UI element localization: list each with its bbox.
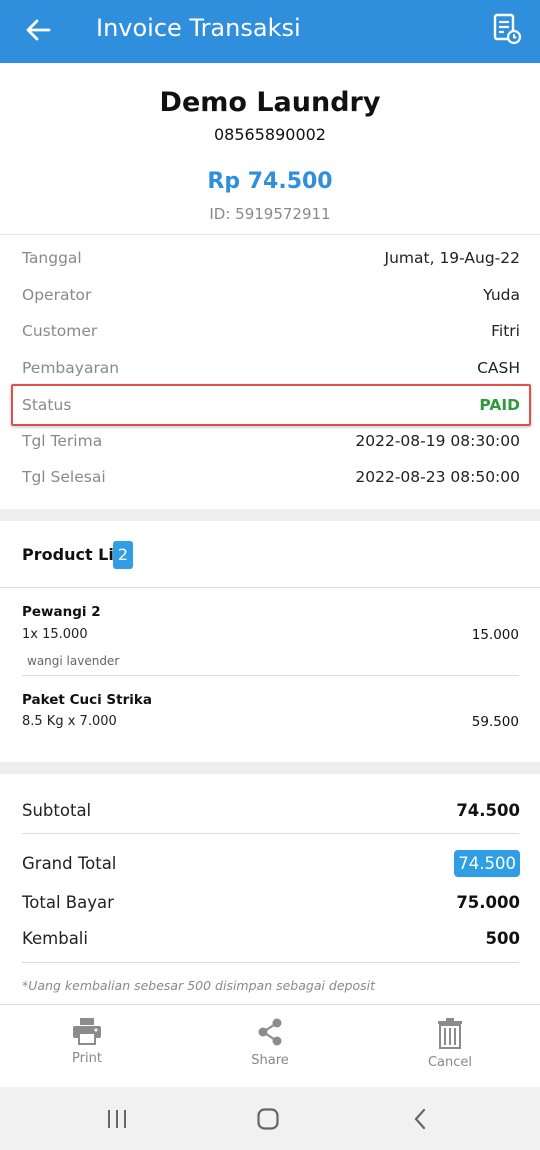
summary-label: Total Bayar [22,892,114,912]
detail-value: 2022-08-19 08:30:00 [355,432,520,450]
detail-row-tgl-selesai: Tgl Selesai 2022-08-23 08:50:00 [22,462,520,492]
chevron-left-icon [414,1108,426,1130]
recent-apps-button[interactable] [102,1105,132,1133]
summary-subtotal: Subtotal 74.500 [22,796,520,824]
action-bar: Print Share Cancel [0,1004,540,1087]
detail-row-pembayaran: Pembayaran CASH [22,353,520,383]
trash-icon [438,1018,462,1049]
product-total: 15.000 [471,627,519,643]
system-nav-bar [0,1087,540,1150]
detail-label: Operator [22,286,92,304]
receipt-clock-icon [493,13,522,45]
print-button[interactable]: Print [47,1017,127,1066]
divider [22,962,519,963]
detail-label: Tgl Terima [22,432,103,450]
status-highlight-box [11,384,531,426]
detail-row-customer: Customer Fitri [22,316,520,346]
recent-apps-icon [108,1110,126,1128]
action-label: Print [72,1051,102,1066]
summary-value: 500 [485,928,520,948]
product-name: Pewangi 2 [22,604,101,620]
product-qty: 1x 15.000 [22,627,88,642]
summary-grand-total: Grand Total 74.500 [22,847,520,879]
invoice-amount: Rp 74.500 [207,169,333,194]
nav-back-button[interactable] [405,1105,435,1133]
home-button[interactable] [253,1105,283,1133]
divider [22,675,519,676]
summary-label: Grand Total [22,853,117,873]
product-count-badge: 2 [113,541,133,569]
detail-value: Jumat, 19-Aug-22 [384,249,520,267]
detail-label: Customer [22,322,98,340]
summary-value: 74.500 [456,800,520,820]
detail-label: Tanggal [22,249,82,267]
home-icon [257,1108,279,1130]
cancel-button[interactable]: Cancel [410,1017,490,1070]
summary-total-bayar: Total Bayar 75.000 [22,888,520,916]
history-button[interactable] [490,12,524,46]
action-label: Cancel [427,1055,473,1070]
divider [0,587,540,588]
arrow-left-icon [26,19,51,41]
detail-value: CASH [477,359,520,377]
share-button[interactable]: Share [230,1017,310,1068]
detail-label: Tgl Selesai [22,468,106,486]
product-qty: 8.5 Kg x 7.000 [22,714,117,729]
deposit-note: *Uang kembalian sebesar 500 disimpan seb… [22,978,376,993]
summary-value: 75.000 [456,892,520,912]
detail-value: 2022-08-23 08:50:00 [355,468,520,486]
summary-label: Kembali [22,928,88,948]
action-label: Share [251,1053,289,1068]
product-name: Paket Cuci Strika [22,692,152,708]
summary-label: Subtotal [22,800,92,820]
store-phone: 08565890002 [214,125,326,144]
share-icon [258,1018,282,1046]
section-separator [0,762,540,774]
detail-value: Fitri [491,322,520,340]
app-bar: Invoice Transaksi [0,0,540,63]
grand-total-badge: 74.500 [454,849,520,877]
store-name: Demo Laundry [159,87,381,118]
detail-row-operator: Operator Yuda [22,280,520,310]
product-total: 59.500 [471,714,519,730]
product-note: wangi lavender [27,654,120,668]
invoice-id: ID: 5919572911 [209,205,331,223]
detail-value: Yuda [483,286,520,304]
section-separator [0,509,540,521]
summary-kembali: Kembali 500 [22,924,520,952]
divider [22,833,519,834]
detail-label: Pembayaran [22,359,120,377]
page-title: Invoice Transaksi [96,14,301,42]
printer-icon [73,1018,101,1045]
back-button[interactable] [22,14,54,46]
detail-row-tgl-terima: Tgl Terima 2022-08-19 08:30:00 [22,426,520,456]
divider [0,234,540,235]
detail-row-tanggal: Tanggal Jumat, 19-Aug-22 [22,243,520,273]
